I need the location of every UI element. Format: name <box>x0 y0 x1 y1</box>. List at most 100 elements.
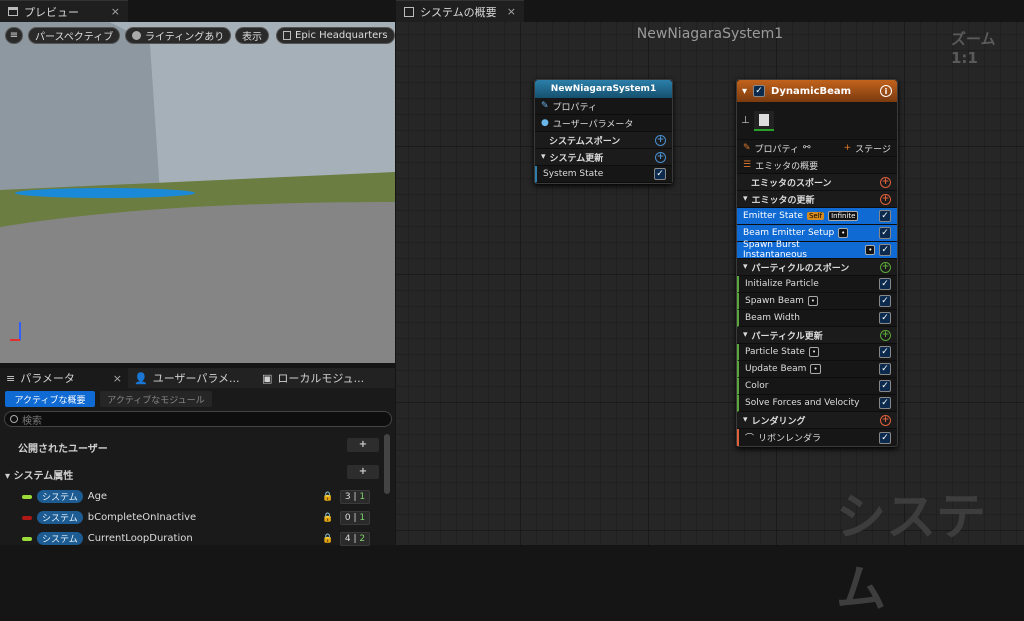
enable-checkbox[interactable]: ✓ <box>879 210 891 222</box>
module-update-beam[interactable]: Update Beam • ✓ <box>737 361 897 378</box>
param-row[interactable]: システム CurrentLoopDuration 🔒 4 | 2 <box>0 528 395 549</box>
tab-user-params[interactable]: 👤 ユーザーパラメ... <box>128 370 256 386</box>
system-properties[interactable]: ✎ プロパティ <box>535 98 672 115</box>
enable-checkbox[interactable]: ✓ <box>879 431 891 444</box>
emitter-enable-checkbox[interactable]: ✓ <box>753 85 766 97</box>
module-spawn-beam[interactable]: Spawn Beam • ✓ <box>737 293 897 310</box>
emitter-properties[interactable]: ✎ プロパティ ⚯ + ステージ <box>737 140 897 157</box>
system-attrs-heading[interactable]: ▾ システム属性 <box>5 467 73 482</box>
search-input[interactable]: 検索 <box>4 411 392 427</box>
enable-checkbox[interactable]: ✓ <box>879 346 891 358</box>
module-system-state[interactable]: System State ✓ <box>535 166 672 183</box>
beam-effect <box>15 188 195 198</box>
close-icon[interactable]: × <box>111 5 120 18</box>
lighting-button[interactable]: ライティングあり <box>125 27 232 44</box>
chevron-down-icon: ▾ <box>541 152 546 162</box>
info-icon[interactable]: i <box>880 85 892 97</box>
tab-parameters[interactable]: ≡ パラメータ × <box>0 368 128 388</box>
particle-update-label: パーティクル更新 <box>751 331 823 342</box>
chevron-down-icon: ▾ <box>5 471 14 482</box>
renderer-label: リボンレンダラ <box>758 434 822 444</box>
namespace-badge: システム <box>37 511 83 524</box>
enable-checkbox[interactable]: ✓ <box>879 295 891 307</box>
particle-spawn-group[interactable]: ▾ パーティクルのスポーン + <box>737 259 897 276</box>
system-spawn[interactable]: システムスポーン + <box>535 132 672 149</box>
search-placeholder: 検索 <box>22 415 42 427</box>
emitter-spawn-label: エミッタのスポーン <box>751 178 832 189</box>
system-overview-graph[interactable]: NewNiagaraSystem1 ズーム 1:1 システム NewNiagar… <box>396 22 1024 618</box>
level-button[interactable]: Epic Headquarters <box>276 27 395 44</box>
add-icon[interactable]: + <box>880 414 891 426</box>
show-button[interactable]: 表示 <box>235 27 269 44</box>
read-count: 3 <box>344 491 351 502</box>
chevron-down-icon: ▾ <box>743 194 748 204</box>
system-node[interactable]: NewNiagaraSystem1 ✎ プロパティ ● ユーザーパラメータ システム… <box>534 79 673 184</box>
add-icon[interactable]: + <box>655 151 666 163</box>
tab-local-modules[interactable]: ▣ ローカルモジュ... <box>256 370 384 386</box>
preview-viewport[interactable] <box>0 22 395 363</box>
pin-icon: ⊥ <box>741 115 750 126</box>
module-solve-forces[interactable]: Solve Forces and Velocity ✓ <box>737 395 897 412</box>
particle-update-group[interactable]: ▾ パーティクル更新 + <box>737 327 897 344</box>
emitter-update[interactable]: ▾ エミッタの更新 + <box>737 191 897 208</box>
add-icon[interactable]: + <box>880 193 891 205</box>
scrollbar[interactable] <box>384 434 390 494</box>
module-beam-width[interactable]: Beam Width ✓ <box>737 310 897 327</box>
param-name: CurrentLoopDuration <box>87 533 193 544</box>
enable-checkbox[interactable]: ✓ <box>879 278 891 290</box>
scene-svg <box>0 22 395 363</box>
dot-icon: • <box>838 228 849 238</box>
param-row[interactable]: システム bCompleteOnInactive 🔒 0 | 1 <box>0 507 395 528</box>
tab-preview[interactable]: プレビュー × <box>0 0 128 22</box>
system-user-params-label: ユーザーパラメータ <box>552 119 634 130</box>
module-spawn-burst[interactable]: Spawn Burst Instantaneous • ✓ <box>737 240 897 260</box>
perspective-button[interactable]: パースペクティブ <box>28 27 121 44</box>
dot-icon: • <box>865 245 876 255</box>
rendering-group[interactable]: ▾ レンダリング + <box>737 412 897 429</box>
add-system-attr-button[interactable]: + <box>347 465 379 479</box>
enable-checkbox[interactable]: ✓ <box>879 380 891 392</box>
namespace-badge: システム <box>37 532 83 545</box>
emitter-summary[interactable]: ☰ エミッタの概要 <box>737 157 897 174</box>
read-count: 4 <box>344 533 351 544</box>
module-icon: ▣ <box>262 371 273 385</box>
lock-icon: 🔒 <box>322 512 334 523</box>
enable-checkbox[interactable]: ✓ <box>879 397 891 409</box>
enable-checkbox[interactable]: ✓ <box>654 168 666 180</box>
add-icon[interactable]: + <box>655 134 666 146</box>
ribbon-icon: ⌒ <box>745 434 755 444</box>
add-user-param-button[interactable]: + <box>347 438 379 452</box>
active-overview-button[interactable]: アクティブな概要 <box>5 391 95 407</box>
emitter-node-header: ▾ ✓ DynamicBeam i <box>737 80 897 102</box>
tab-system-overview[interactable]: システムの概要 × <box>396 0 524 22</box>
emitter-properties-label: プロパティ <box>754 144 800 155</box>
emitter-spawn[interactable]: エミッタのスポーン + <box>737 174 897 191</box>
module-label: Beam Emitter Setup <box>743 228 835 238</box>
emitter-node[interactable]: ▾ ✓ DynamicBeam i ⊥ ✎ プロパティ ⚯ + ステージ ☰ エミッタの概… <box>736 79 898 447</box>
add-stage-icon[interactable]: + <box>844 143 852 153</box>
enable-checkbox[interactable]: ✓ <box>879 312 891 324</box>
module-initialize-particle[interactable]: Initialize Particle ✓ <box>737 276 897 293</box>
system-update[interactable]: ▾ システム更新 + <box>535 149 672 166</box>
close-icon[interactable]: × <box>507 5 516 18</box>
ribbon-renderer[interactable]: ⌒ リボンレンダラ ✓ <box>737 429 897 446</box>
module-particle-state[interactable]: Particle State • ✓ <box>737 344 897 361</box>
emitter-thumbnail[interactable] <box>753 110 774 131</box>
add-icon[interactable]: + <box>880 176 891 188</box>
enable-checkbox[interactable]: ✓ <box>879 244 891 256</box>
param-row[interactable]: システム Age 🔒 3 | 1 <box>0 486 395 507</box>
chevron-down-icon[interactable]: ▾ <box>742 86 747 97</box>
viewport-menu-button[interactable]: ≡ <box>5 27 23 44</box>
close-icon[interactable]: × <box>113 372 122 385</box>
module-emitter-state[interactable]: Emitter State Self Infinite ✓ <box>737 208 897 225</box>
tab-local-modules-label: ローカルモジュ... <box>277 372 365 385</box>
enable-checkbox[interactable]: ✓ <box>879 363 891 375</box>
add-stage-label[interactable]: ステージ <box>855 142 891 155</box>
module-color[interactable]: Color ✓ <box>737 378 897 395</box>
enable-checkbox[interactable]: ✓ <box>879 227 891 239</box>
add-icon[interactable]: + <box>880 261 891 273</box>
pencil-icon: ✎ <box>541 101 549 111</box>
add-icon[interactable]: + <box>880 329 891 341</box>
active-modules-button[interactable]: アクティブなモジュール <box>100 391 212 407</box>
system-user-params[interactable]: ● ユーザーパラメータ <box>535 115 672 132</box>
